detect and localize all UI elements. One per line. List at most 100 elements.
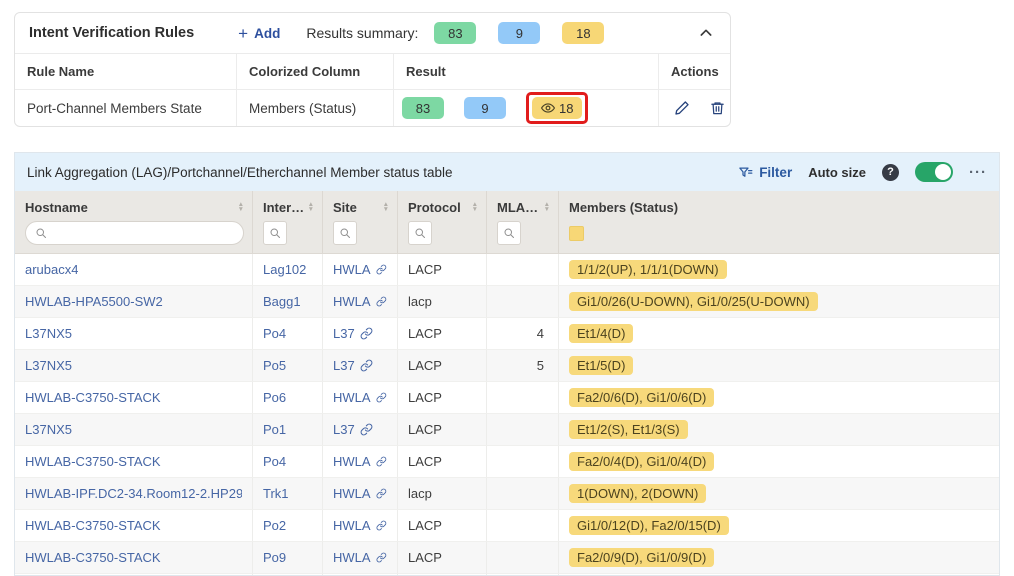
site-link[interactable]: HWLAB [333,486,371,501]
hostname-link[interactable]: L37NX5 [25,326,72,341]
column-search-button[interactable] [333,221,357,245]
column-header-hostname: Hostname▲▼ [15,191,253,253]
hostname-cell: HWLAB-C3750-STACK [15,542,253,574]
link-icon [376,551,387,564]
protocol-cell: LACP [398,446,487,478]
auto-size-toggle[interactable] [915,162,953,182]
rules-table-row: Port-Channel Members State Members (Stat… [15,90,730,126]
filter-funnel-icon [738,165,753,180]
sort-icon[interactable]: ▲▼ [540,202,550,213]
delete-rule-button[interactable] [708,98,727,118]
site-link[interactable]: L37 [333,422,355,437]
site-link[interactable]: HWLAB [333,518,371,533]
interface-link[interactable]: Po9 [263,550,286,565]
hostname-link[interactable]: HWLAB-C3750-STACK [25,550,161,565]
highlight-red-box: 18 [526,92,588,124]
table-row: HWLAB-IPF.DC2-34.Room12-2.HP2920 Trk1 HWLA… [15,478,999,510]
interface-link[interactable]: Po1 [263,422,286,437]
site-link[interactable]: L37 [333,326,355,341]
more-options-button[interactable]: ··· [969,165,987,180]
interface-link[interactable]: Po6 [263,390,286,405]
hostname-link[interactable]: HWLAB-C3750-STACK [25,454,161,469]
interface-link[interactable]: Lag102 [263,262,306,277]
members-status-cell: Et1/2(S), Et1/3(S) [559,414,999,446]
hostname-search-input[interactable] [25,221,244,245]
protocol-cell: LACP [398,382,487,414]
column-search-button[interactable] [408,221,432,245]
hostname-link[interactable]: L37NX5 [25,358,72,373]
members-status-chip: Et1/5(D) [569,356,633,375]
mlag-cell: 4 [487,318,559,350]
count-badge[interactable]: 83 [402,97,444,119]
column-header-inter: Inter…▲▼ [253,191,323,253]
interface-cell: Po9 [253,542,323,574]
column-search-button[interactable] [497,221,521,245]
site-link[interactable]: HWLAB [333,550,371,565]
plus-icon: + [238,25,248,42]
count-badge[interactable]: 83 [434,22,476,44]
link-icon [376,391,387,404]
interface-link[interactable]: Po4 [263,454,286,469]
mlag-cell: 5 [487,350,559,382]
site-link[interactable]: HWLAB [333,262,371,277]
site-link[interactable]: HWLAB [333,390,371,405]
intent-verification-rules-panel: Intent Verification Rules + Add Results … [14,12,731,127]
table-body: arubacx4Lag102HWLABLACP1/1/2(UP), 1/1/1(… [15,254,999,576]
table-title: Link Aggregation (LAG)/Portchannel/Ether… [27,165,453,180]
count-badge[interactable]: 9 [464,97,506,119]
protocol-cell: lacp [398,478,487,510]
site-cell: HWLAB [323,510,398,542]
add-rule-button[interactable]: + Add [238,25,280,42]
hostname-link[interactable]: L37NX5 [25,422,72,437]
count-badge-eye[interactable]: 18 [532,97,582,119]
site-link[interactable]: HWLAB [333,454,371,469]
badge-value: 9 [516,26,523,41]
link-icon [376,487,387,500]
interface-link[interactable]: Po2 [263,518,286,533]
site-cell: HWLAB [323,286,398,318]
collapse-panel-button[interactable] [696,23,716,43]
site-cell: HWLAB [323,446,398,478]
hostname-link[interactable]: HWLAB-C3750-STACK [25,390,161,405]
hostname-cell: L37NX5 [15,414,253,446]
hostname-link[interactable]: HWLAB-HPA5500-SW2 [25,294,163,309]
interface-link[interactable]: Po4 [263,326,286,341]
link-icon [360,327,373,340]
chevron-up-icon [698,25,714,41]
column-label: Inter… [263,200,304,215]
toggle-knob [935,164,951,180]
color-filter-chip[interactable] [569,226,584,241]
table-title-bar: Link Aggregation (LAG)/Portchannel/Ether… [15,153,999,191]
actions-cell [659,90,730,126]
table-row: HWLAB-C3750-STACKPo6HWLABLACPFa2/0/6(D),… [15,382,999,414]
hostname-cell: HWLAB-C3750-STACK [15,446,253,478]
mlag-cell [487,254,559,286]
edit-rule-button[interactable] [672,98,692,118]
count-badge[interactable]: 18 [562,22,604,44]
site-link[interactable]: HWLAB [333,294,371,309]
protocol-cell: LACP [398,254,487,286]
interface-cell: Trk1 [253,478,323,510]
count-badge[interactable]: 9 [498,22,540,44]
column-label: Members (Status) [569,200,678,215]
hostname-link[interactable]: HWLAB-IPF.DC2-34.Room12-2.HP2920 [25,486,242,501]
site-link[interactable]: L37 [333,358,355,373]
sort-icon[interactable]: ▲▼ [304,202,314,213]
column-search-button[interactable] [263,221,287,245]
filter-button[interactable]: Filter [738,165,792,180]
interface-link[interactable]: Trk1 [263,486,289,501]
help-icon[interactable]: ? [882,164,899,181]
interface-link[interactable]: Bagg1 [263,294,301,309]
add-button-label: Add [254,26,280,41]
sort-icon[interactable]: ▲▼ [379,202,389,213]
rules-column-header-rule-name: Rule Name [15,54,237,89]
hostname-link[interactable]: arubacx4 [25,262,78,277]
hostname-link[interactable]: HWLAB-C3750-STACK [25,518,161,533]
sort-icon[interactable]: ▲▼ [234,202,244,213]
table-toolbar: Filter Auto size ? ··· [738,162,987,182]
column-label: Protocol [408,200,461,215]
hostname-cell: L37NX5 [15,350,253,382]
mlag-cell [487,542,559,574]
interface-link[interactable]: Po5 [263,358,286,373]
sort-icon[interactable]: ▲▼ [468,202,478,213]
